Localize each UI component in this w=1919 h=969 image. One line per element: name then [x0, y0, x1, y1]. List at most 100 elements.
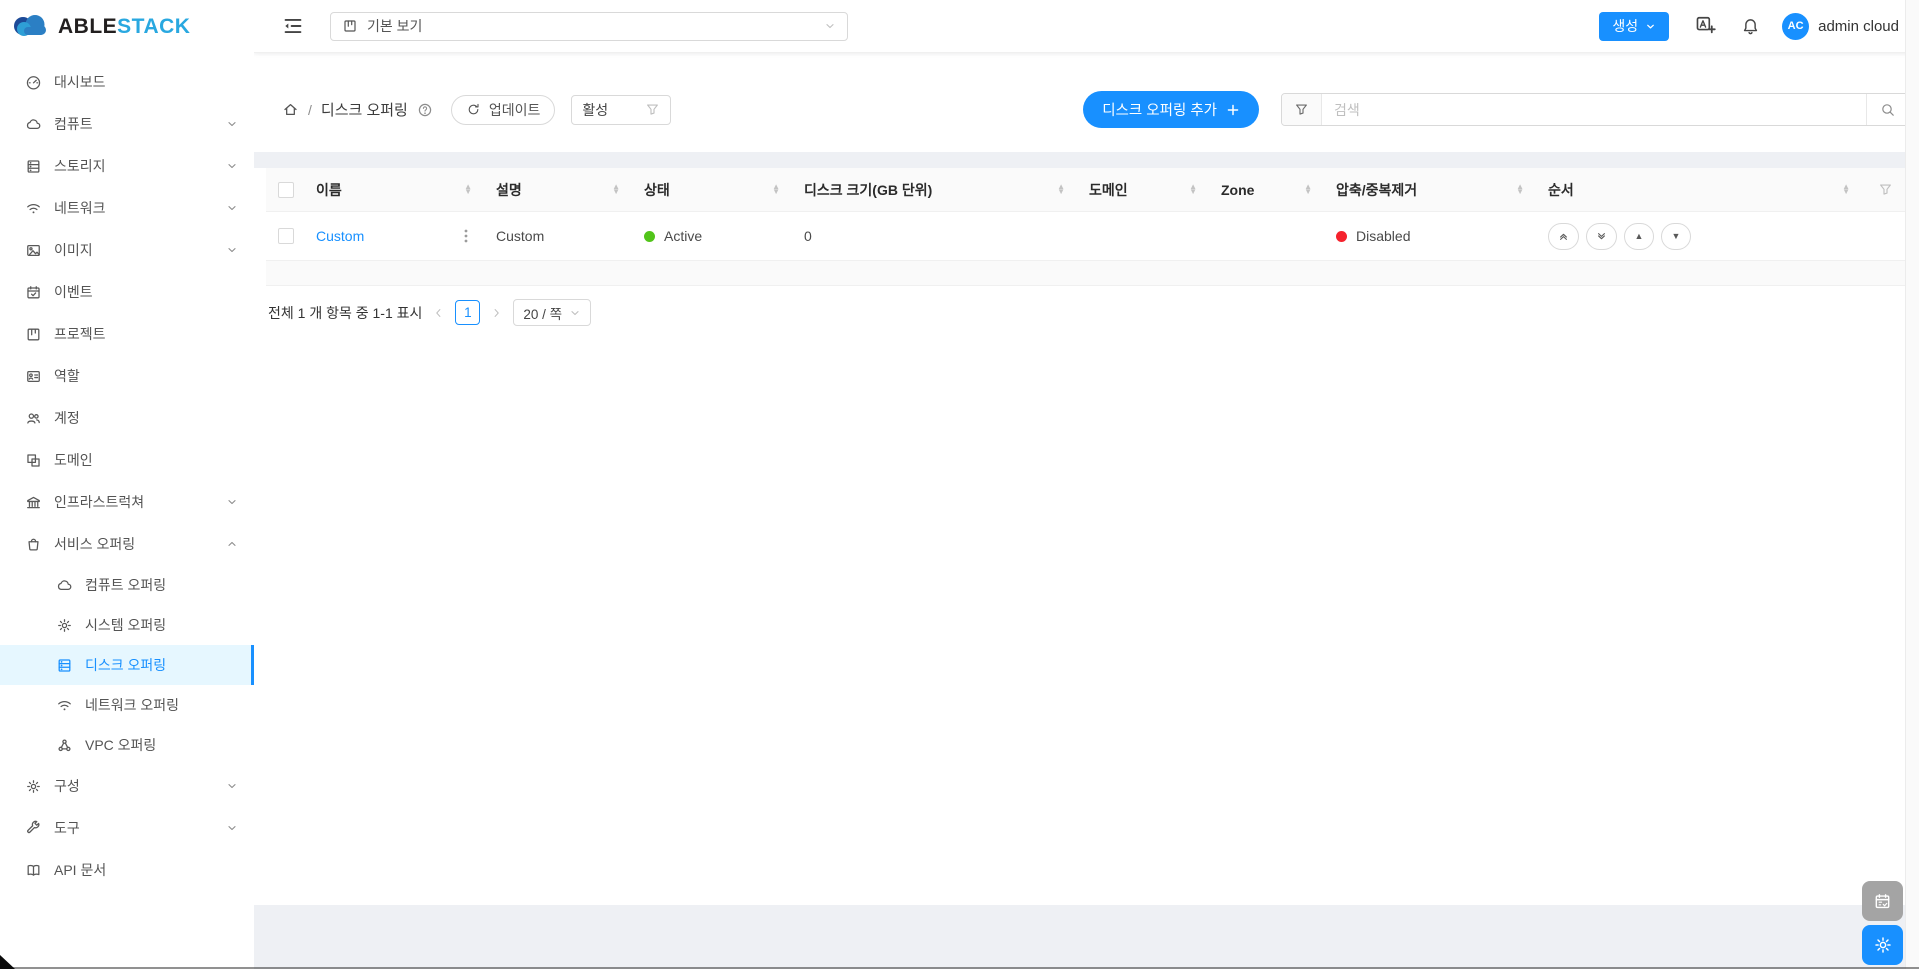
sidebar-item-projects[interactable]: 프로젝트 — [0, 313, 254, 355]
sort-carets-icon[interactable]: ▲▼ — [1516, 185, 1524, 195]
cell-name: Custom — [306, 228, 486, 244]
cloud-icon — [56, 577, 73, 594]
sidebar-item-configuration[interactable]: 구성 — [0, 765, 254, 807]
content-area: 기본 보기 생성 AC admin cloud / 디 — [254, 0, 1919, 969]
sort-carets-icon[interactable]: ▲▼ — [464, 185, 472, 195]
search-input[interactable] — [1322, 94, 1866, 125]
sort-carets-icon[interactable]: ▲▼ — [1304, 185, 1312, 195]
sidebar-item-label: 구성 — [54, 776, 218, 796]
sidebar-item-label: 계정 — [54, 408, 238, 428]
help-icon[interactable] — [417, 102, 433, 118]
sidebar-item-roles[interactable]: 역할 — [0, 355, 254, 397]
row-actions-ellipsis-icon[interactable] — [464, 228, 468, 244]
sidebar-item-network-offering[interactable]: 네트워크 오퍼링 — [0, 685, 254, 725]
select-all-checkbox-cell — [266, 182, 306, 198]
event-log-floating-button[interactable] — [1862, 881, 1903, 921]
user-menu[interactable]: AC admin cloud — [1782, 13, 1899, 40]
sidebar-item-dashboard[interactable]: 대시보드 — [0, 61, 254, 103]
scrollbar-track[interactable] — [1905, 0, 1919, 969]
service-offering-icon — [25, 536, 42, 553]
account-icon — [25, 410, 42, 427]
sidebar-item-label: 이미지 — [54, 240, 218, 260]
sidebar-item-domains[interactable]: 도메인 — [0, 439, 254, 481]
search-filter-funnel-icon[interactable] — [1282, 94, 1322, 125]
page-number-current[interactable]: 1 — [455, 300, 480, 325]
row-name-link[interactable]: Custom — [316, 228, 364, 244]
notifications-bell-icon[interactable] — [1741, 17, 1760, 36]
row-checkbox[interactable] — [278, 228, 294, 244]
column-header-domain[interactable]: 도메인▲▼ — [1079, 180, 1211, 200]
column-header-label: 이름 — [316, 180, 342, 200]
user-name: admin cloud — [1818, 18, 1899, 35]
sidebar-collapse-icon[interactable] — [282, 15, 304, 37]
settings-floating-button[interactable] — [1862, 925, 1903, 965]
translate-icon[interactable] — [1695, 15, 1717, 37]
dashboard-icon — [25, 74, 42, 91]
create-button[interactable]: 생성 — [1599, 12, 1669, 41]
move-to-bottom-button[interactable] — [1586, 223, 1617, 250]
sidebar-item-vpc-offering[interactable]: VPC 오퍼링 — [0, 725, 254, 765]
sort-carets-icon[interactable]: ▲▼ — [1842, 185, 1850, 195]
brand-logo[interactable]: ABLESTACK — [0, 0, 254, 53]
column-header-order[interactable]: 순서▲▼ — [1538, 180, 1864, 200]
event-icon — [25, 284, 42, 301]
select-all-checkbox[interactable] — [278, 182, 294, 198]
column-header-dedup[interactable]: 압축/중복제거 ▲▼ — [1326, 180, 1538, 200]
sidebar-item-events[interactable]: 이벤트 — [0, 271, 254, 313]
floating-buttons — [1862, 881, 1903, 965]
move-up-button[interactable]: ▲ — [1624, 223, 1654, 250]
sidebar-item-accounts[interactable]: 계정 — [0, 397, 254, 439]
column-header-zone[interactable]: Zone ▲▼ — [1211, 182, 1326, 198]
cell-order: ▲▼ — [1538, 223, 1864, 250]
update-button[interactable]: 업데이트 — [451, 95, 556, 125]
cell-status: Active — [634, 228, 794, 244]
column-header-name[interactable]: 이름 ▲▼ — [306, 180, 486, 200]
move-down-button[interactable]: ▼ — [1661, 223, 1691, 250]
sidebar-item-service-offerings[interactable]: 서비스 오퍼링 — [0, 523, 254, 565]
image-icon — [25, 242, 42, 259]
sidebar-item-label: 도구 — [54, 818, 218, 838]
sidebar-item-storage[interactable]: 스토리지 — [0, 145, 254, 187]
table-row: CustomCustomActive0Disabled▲▼ — [266, 212, 1907, 261]
column-filter-funnel-icon[interactable] — [1864, 182, 1907, 197]
brand-name: ABLESTACK — [58, 15, 190, 39]
disk-icon — [56, 657, 73, 674]
search-icon[interactable] — [1866, 94, 1908, 125]
infrastructure-icon — [25, 494, 42, 511]
sidebar-item-images[interactable]: 이미지 — [0, 229, 254, 271]
sort-carets-icon[interactable]: ▲▼ — [1189, 185, 1197, 195]
sidebar-item-compute-offering[interactable]: 컴퓨트 오퍼링 — [0, 565, 254, 605]
sidebar-item-label: 컴퓨트 — [54, 114, 218, 134]
sort-carets-icon[interactable]: ▲▼ — [1057, 185, 1065, 195]
add-disk-offering-button[interactable]: 디스크 오퍼링 추가 — [1083, 91, 1259, 128]
sidebar-item-tools[interactable]: 도구 — [0, 807, 254, 849]
view-select[interactable]: 기본 보기 — [330, 12, 848, 41]
cell-dedup: Disabled — [1326, 228, 1538, 244]
page-next-button[interactable] — [489, 306, 504, 320]
sidebar-item-disk-offering[interactable]: 디스크 오퍼링 — [0, 645, 254, 685]
column-header-disksize[interactable]: 디스크 크기(GB 단위)▲▼ — [794, 180, 1079, 200]
sidebar-item-network[interactable]: 네트워크 — [0, 187, 254, 229]
pagination-summary: 전체 1 개 항목 중 1-1 표시 — [268, 303, 422, 323]
status-filter-select[interactable]: 활성 — [571, 95, 671, 125]
sidebar-item-label: 도메인 — [54, 450, 238, 470]
home-icon[interactable] — [282, 101, 299, 118]
sort-carets-icon[interactable]: ▲▼ — [772, 185, 780, 195]
column-header-desc[interactable]: 설명▲▼ — [486, 180, 634, 200]
page-size-select[interactable]: 20 / 쪽 — [513, 299, 591, 326]
table-header-row: 이름▲▼설명▲▼상태▲▼디스크 크기(GB 단위)▲▼도메인▲▼Zone▲▼압축… — [266, 168, 1907, 212]
sidebar-item-system-offering[interactable]: 시스템 오퍼링 — [0, 605, 254, 645]
sort-carets-icon[interactable]: ▲▼ — [612, 185, 620, 195]
chevron-down-icon — [569, 307, 581, 319]
column-header-status[interactable]: 상태▲▼ — [634, 180, 794, 200]
sidebar-item-infrastructure[interactable]: 인프라스트럭쳐 — [0, 481, 254, 523]
move-to-top-button[interactable] — [1548, 223, 1579, 250]
sidebar-item-api-docs[interactable]: API 문서 — [0, 849, 254, 891]
sidebar-item-compute[interactable]: 컴퓨트 — [0, 103, 254, 145]
page-prev-button[interactable] — [431, 306, 446, 320]
column-header-label: Zone — [1221, 182, 1254, 198]
role-icon — [25, 368, 42, 385]
column-header-label: 압축/중복제거 — [1336, 180, 1417, 200]
chevron-down-icon — [226, 160, 238, 172]
domain-icon — [25, 452, 42, 469]
